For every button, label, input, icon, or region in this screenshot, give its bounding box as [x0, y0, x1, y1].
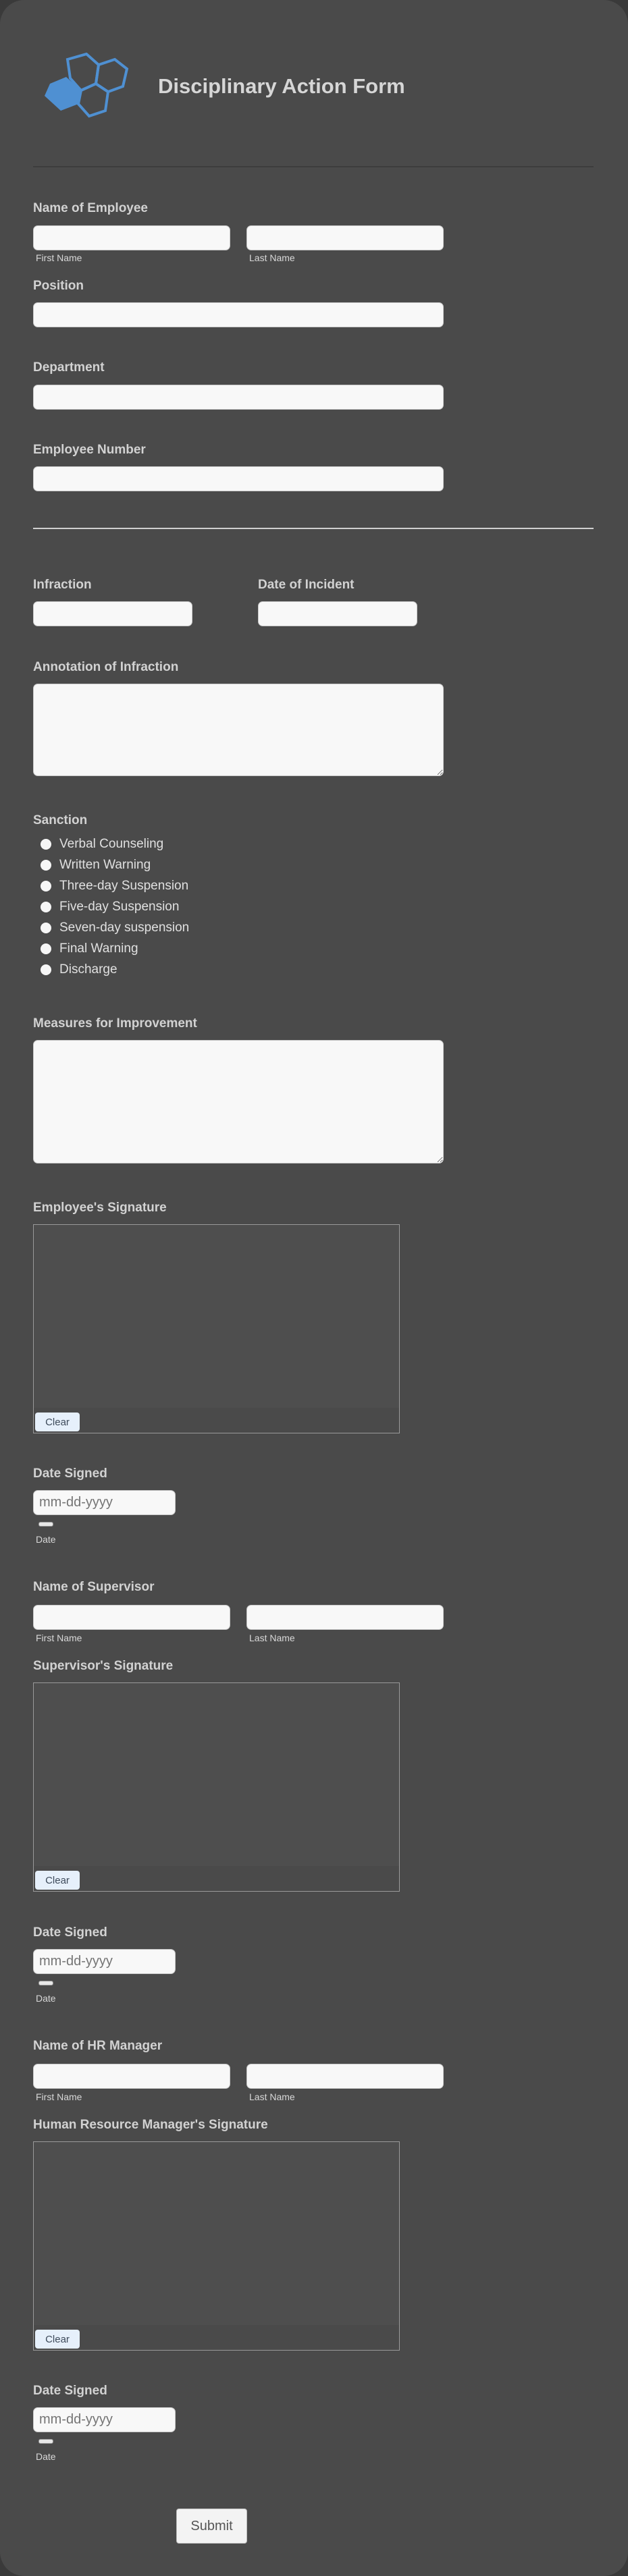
date-sublabel: Date [36, 2451, 56, 2462]
option-label: Seven-day suspension [59, 921, 190, 935]
date-signed-input[interactable] [33, 1949, 176, 1974]
radio-button[interactable] [41, 839, 51, 850]
clear-signature-button[interactable]: Clear [35, 1871, 80, 1890]
date-sublabel: Date [36, 1534, 56, 1545]
hr-first-name-input[interactable] [33, 2064, 230, 2089]
sanction-option[interactable]: Seven-day suspension [41, 919, 189, 937]
supervisor-first-name-input[interactable] [33, 1605, 230, 1630]
position-input[interactable] [33, 302, 444, 327]
infraction-label: Infraction [33, 578, 92, 592]
section-divider [33, 528, 594, 529]
sanction-option[interactable]: Five-day Suspension [41, 898, 179, 916]
calendar-toggle[interactable] [38, 1522, 53, 1527]
calendar-toggle[interactable] [38, 2439, 53, 2444]
annotation-label: Annotation of Infraction [33, 660, 179, 674]
employee-last-name-input[interactable] [246, 225, 444, 250]
date-signed-label: Date Signed [33, 2384, 107, 2398]
form-card: Disciplinary Action Form Name of Employe… [0, 0, 628, 2576]
option-label: Verbal Counseling [59, 837, 164, 851]
supervisor-signature-pad[interactable]: Clear [33, 1682, 400, 1892]
hr-signature-pad[interactable]: Clear [33, 2141, 400, 2351]
first-name-sublabel: First Name [36, 1633, 82, 1643]
sanction-option[interactable]: Three-day Suspension [41, 877, 188, 895]
measures-label: Measures for Improvement [33, 1016, 197, 1031]
date-signed-label: Date Signed [33, 1925, 107, 1940]
date-of-incident-input[interactable] [258, 601, 417, 626]
date-sublabel: Date [36, 1993, 56, 2004]
hr-name-label: Name of HR Manager [33, 2039, 163, 2053]
date-signed-input[interactable] [33, 1490, 176, 1515]
hr-last-name-input[interactable] [246, 2064, 444, 2089]
hr-signature-label: Human Resource Manager's Signature [33, 2118, 268, 2132]
option-label: Written Warning [59, 858, 151, 872]
radio-button[interactable] [41, 923, 51, 933]
radio-button[interactable] [41, 902, 51, 912]
option-label: Discharge [59, 962, 117, 977]
date-of-incident-label: Date of Incident [258, 578, 355, 592]
department-label: Department [33, 360, 105, 375]
supervisor-signature-label: Supervisor's Signature [33, 1659, 174, 1673]
supervisor-name-label: Name of Supervisor [33, 1580, 155, 1594]
employee-number-label: Employee Number [33, 443, 146, 457]
last-name-sublabel: Last Name [249, 2091, 295, 2102]
date-signed-input[interactable] [33, 2407, 176, 2432]
sanction-option[interactable]: Final Warning [41, 940, 138, 958]
employee-first-name-input[interactable] [33, 225, 230, 250]
infraction-input[interactable] [33, 601, 192, 626]
clear-signature-button[interactable]: Clear [35, 1413, 80, 1431]
employee-signature-pad[interactable]: Clear [33, 1224, 400, 1433]
supervisor-last-name-input[interactable] [246, 1605, 444, 1630]
hexagon-logo-icon [45, 53, 129, 118]
sanction-option[interactable]: Discharge [41, 961, 117, 979]
measures-textarea[interactable] [33, 1040, 444, 1163]
submit-button[interactable]: Submit [176, 2509, 247, 2544]
date-signed-label: Date Signed [33, 1467, 107, 1481]
calendar-toggle[interactable] [38, 1981, 53, 1985]
clear-signature-button[interactable]: Clear [35, 2330, 80, 2349]
radio-button[interactable] [41, 943, 51, 954]
sanction-option[interactable]: Written Warning [41, 856, 151, 874]
first-name-sublabel: First Name [36, 252, 82, 263]
header-divider [33, 166, 594, 167]
page-title: Disciplinary Action Form [158, 74, 405, 98]
option-label: Three-day Suspension [59, 879, 189, 893]
sanction-label: Sanction [33, 813, 88, 827]
last-name-sublabel: Last Name [249, 1633, 295, 1643]
option-label: Five-day Suspension [59, 900, 180, 914]
annotation-textarea[interactable] [33, 684, 444, 776]
department-input[interactable] [33, 385, 444, 410]
last-name-sublabel: Last Name [249, 252, 295, 263]
radio-button[interactable] [41, 964, 51, 975]
option-label: Final Warning [59, 941, 138, 956]
first-name-sublabel: First Name [36, 2091, 82, 2102]
employee-name-label: Name of Employee [33, 201, 148, 215]
employee-number-input[interactable] [33, 466, 444, 491]
radio-button[interactable] [41, 881, 51, 892]
sanction-option[interactable]: Verbal Counseling [41, 835, 163, 853]
employee-signature-label: Employee's Signature [33, 1201, 167, 1215]
radio-button[interactable] [41, 860, 51, 871]
position-label: Position [33, 279, 84, 293]
